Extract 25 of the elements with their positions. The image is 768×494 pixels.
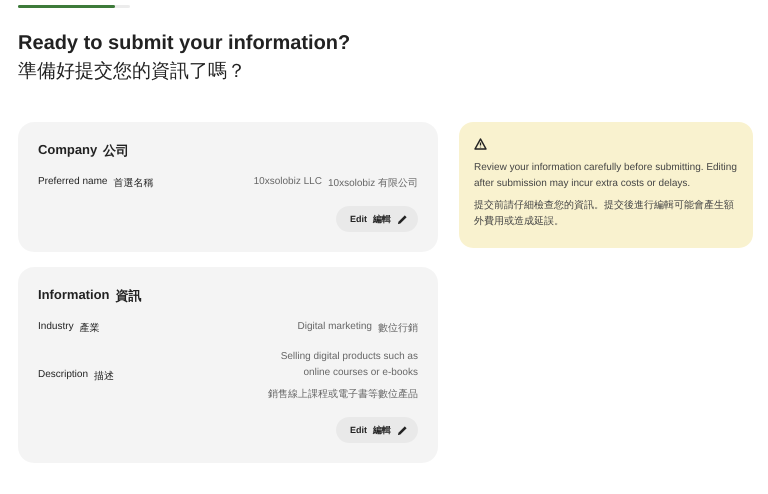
field-value: 數位行銷 [378, 322, 418, 335]
field-value: 銷售線上課程或電子書等數位產品 [267, 388, 418, 402]
field-label: Preferred name [38, 176, 108, 189]
section-title: Company [38, 142, 98, 159]
pencil-icon [397, 214, 408, 224]
pencil-icon [397, 424, 408, 436]
warning-text: 提交前請仔細檢查您的資訊。提交後進行編輯可能會產生額外費用或造成延誤。 [474, 198, 735, 229]
field-label: 產業 [80, 322, 100, 335]
field-label: 首選名稱 [113, 177, 154, 190]
section-title: Information [38, 287, 110, 304]
edit-button[interactable]: Edit 編輯 [336, 206, 418, 232]
field-label: 描述 [94, 370, 114, 383]
field-value: Selling digital products such as online courses or e-books [280, 350, 418, 380]
section-title: 公司 [103, 142, 130, 160]
field-label: Industry [38, 321, 74, 334]
warning-text: Review your information carefully before submitting. Editing after submission may incur extra costs or delays. [474, 161, 738, 191]
section-title: 資訊 [116, 287, 142, 305]
warning-icon [474, 138, 487, 150]
field-value: 10xsolobiz LLC [254, 176, 322, 189]
field-value: 10xsolobiz 有限公司 [328, 177, 418, 190]
field-label: Description [38, 369, 88, 382]
page-title: Ready to submit your information? [18, 31, 352, 56]
page-subtitle: 準備好提交您的資訊了嗎？ [18, 59, 247, 84]
edit-button[interactable]: Edit 編輯 [336, 417, 418, 443]
field-value: Digital marketing [298, 321, 372, 334]
